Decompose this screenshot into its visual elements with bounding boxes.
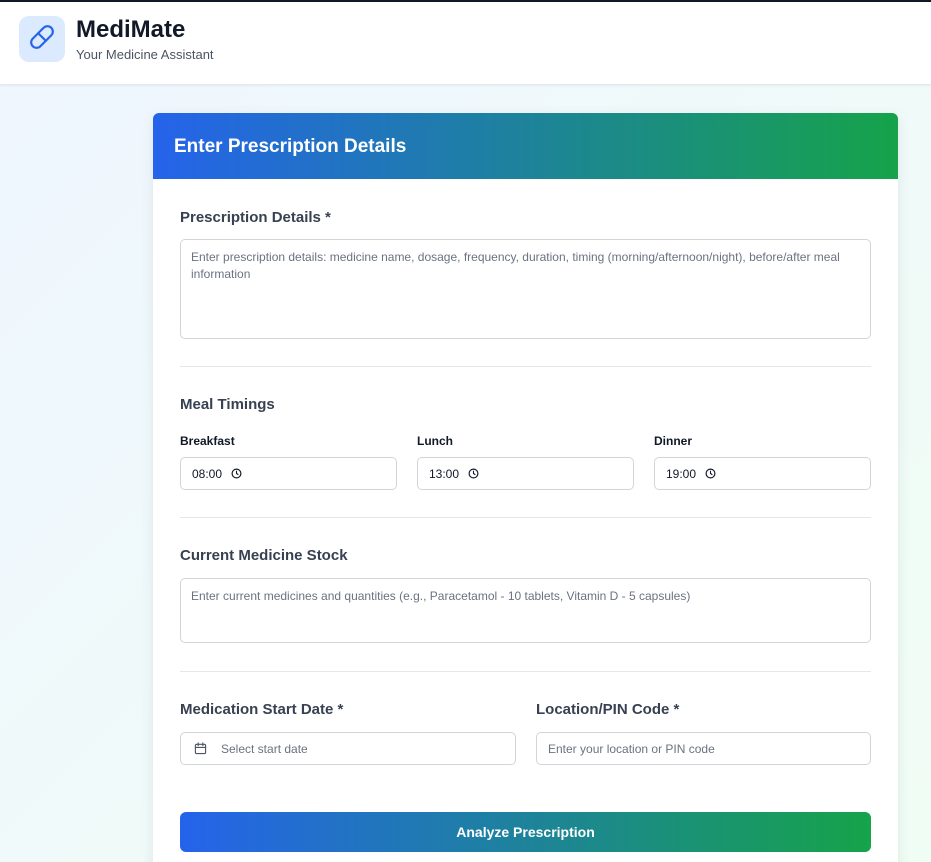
medicine-stock-textarea[interactable]: Enter current medicines and quantities (… <box>180 578 871 643</box>
pill-icon <box>29 24 55 55</box>
analyze-prescription-button[interactable]: Analyze Prescription <box>180 812 871 852</box>
app-header: MediMate Your Medicine Assistant <box>0 2 931 85</box>
clock-icon[interactable] <box>468 468 479 479</box>
clock-icon[interactable] <box>705 468 716 479</box>
location-input[interactable]: Enter your location or PIN code <box>536 732 871 765</box>
clock-icon[interactable] <box>231 468 242 479</box>
meal-timings-label: Meal Timings <box>180 396 275 413</box>
prescription-details-textarea[interactable]: Enter prescription details: medicine nam… <box>180 239 871 339</box>
form-title: Enter Prescription Details <box>174 136 407 157</box>
form-header: Enter Prescription Details <box>153 113 898 179</box>
calendar-icon <box>194 742 207 755</box>
start-date-picker[interactable]: Select start date <box>180 732 516 765</box>
dinner-label: Dinner <box>654 434 693 448</box>
prescription-form-card: Enter Prescription Details Prescription … <box>153 113 898 862</box>
location-placeholder: Enter your location or PIN code <box>548 741 715 756</box>
start-date-label: Medication Start Date * <box>180 701 344 718</box>
medicine-stock-label: Current Medicine Stock <box>180 547 348 564</box>
lunch-time-input[interactable]: 13:00 <box>417 457 634 490</box>
prescription-details-label: Prescription Details * <box>180 209 331 226</box>
breakfast-time-value: 08:00 <box>192 466 223 481</box>
app-title: MediMate <box>76 16 186 43</box>
location-label: Location/PIN Code * <box>536 701 680 718</box>
start-date-placeholder: Select start date <box>221 741 308 756</box>
lunch-label: Lunch <box>417 434 453 448</box>
breakfast-time-input[interactable]: 08:00 <box>180 457 397 490</box>
lunch-time-value: 13:00 <box>429 466 460 481</box>
breakfast-label: Breakfast <box>180 434 235 448</box>
section-divider <box>180 366 871 367</box>
dinner-time-input[interactable]: 19:00 <box>654 457 871 490</box>
app-logo <box>19 16 65 62</box>
dinner-time-value: 19:00 <box>666 466 697 481</box>
section-divider <box>180 671 871 672</box>
section-divider <box>180 517 871 518</box>
app-subtitle: Your Medicine Assistant <box>76 47 214 62</box>
